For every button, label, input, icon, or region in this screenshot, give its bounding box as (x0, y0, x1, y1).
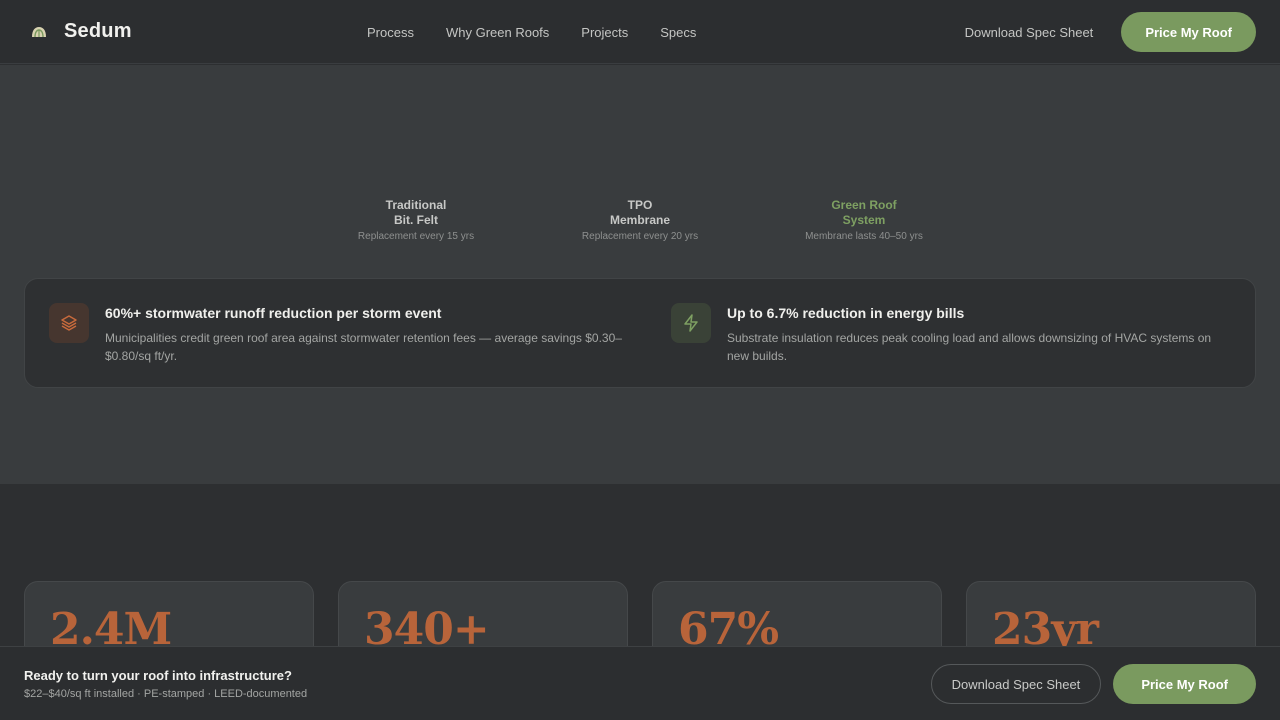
price-my-roof-button[interactable]: Price My Roof (1121, 12, 1256, 52)
brand-name: Sedum (64, 20, 132, 42)
benefit-desc: Municipalities credit green roof area ag… (105, 331, 622, 363)
brand[interactable]: Sedum (30, 20, 132, 43)
compare-tpo: TPO Membrane Replacement every 20 yrs (540, 198, 740, 242)
benefits-card: 60%+ stormwater runoff reduction per sto… (24, 278, 1256, 388)
sticky-cta-bar: Ready to turn your roof into infrastruct… (0, 646, 1280, 720)
leaf-logo-icon (30, 23, 48, 41)
comparison-section: Traditional Bit. Felt Replacement every 1… (0, 65, 1280, 484)
nav-why-green-roofs[interactable]: Why Green Roofs (446, 25, 549, 40)
compare-title: TPO Membrane (609, 198, 671, 227)
benefit-stormwater: 60%+ stormwater runoff reduction per sto… (49, 303, 639, 365)
layers-icon (49, 303, 89, 343)
benefit-title: 60%+ stormwater runoff reduction per sto… (105, 305, 442, 321)
cta-subtitle: $22–$40/sq ft installed · PE-stamped · L… (24, 688, 308, 700)
compare-sub: Membrane lasts 40–50 yrs (805, 231, 923, 242)
compare-title: Traditional Bit. Felt (385, 198, 447, 227)
compare-sub: Replacement every 20 yrs (581, 231, 699, 242)
nav-projects[interactable]: Projects (581, 25, 628, 40)
main-nav: Process Why Green Roofs Projects Specs (367, 0, 696, 64)
nav-specs[interactable]: Specs (660, 25, 696, 40)
download-spec-link[interactable]: Download Spec Sheet (965, 25, 1094, 40)
lightning-icon (671, 303, 711, 343)
compare-title: Green Roof System (831, 198, 897, 227)
header-actions: Download Spec Sheet Price My Roof (965, 12, 1256, 52)
compare-traditional: Traditional Bit. Felt Replacement every 1… (316, 198, 516, 242)
price-my-roof-cta-button[interactable]: Price My Roof (1113, 664, 1256, 704)
cta-actions: Download Spec Sheet Price My Roof (930, 664, 1256, 704)
nav-process[interactable]: Process (367, 25, 414, 40)
benefit-desc: Substrate insulation reduces peak coolin… (727, 331, 1212, 363)
benefit-energy: Up to 6.7% reduction in energy bills Sub… (671, 303, 1231, 365)
site-header: Sedum Process Why Green Roofs Projects S… (0, 0, 1280, 64)
cta-title: Ready to turn your roof into infrastruct… (24, 668, 292, 683)
compare-sub: Replacement every 15 yrs (357, 231, 475, 242)
compare-green-roof: Green Roof System Membrane lasts 40–50 yr… (764, 198, 964, 242)
download-spec-button[interactable]: Download Spec Sheet (930, 664, 1102, 704)
benefit-title: Up to 6.7% reduction in energy bills (727, 305, 965, 321)
